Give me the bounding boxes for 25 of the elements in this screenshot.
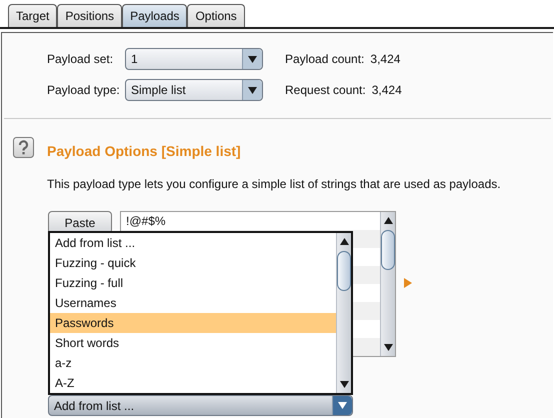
- count-label: Request count:: [285, 82, 366, 99]
- help-icon[interactable]: [13, 137, 34, 158]
- section-description: This payload type lets you configure a simple list of strings that are used as payloads.: [47, 176, 502, 193]
- scroll-thumb[interactable]: [337, 251, 351, 291]
- scroll-down-icon[interactable]: [340, 381, 348, 388]
- add-from-list-select[interactable]: Add from list ...: [48, 395, 353, 416]
- tab[interactable]: Options: [187, 4, 245, 27]
- dropdown-select[interactable]: Simple list: [125, 79, 263, 101]
- count-value: 3,424: [372, 82, 402, 99]
- scroll-up-icon[interactable]: [384, 217, 392, 224]
- scroll-up-icon[interactable]: [340, 238, 348, 245]
- field-label: Payload type:: [47, 82, 121, 99]
- field-label: Payload set:: [47, 51, 114, 68]
- tab[interactable]: Payloads: [122, 4, 188, 27]
- dropdown-select[interactable]: 1: [125, 48, 263, 70]
- scroll-thumb[interactable]: [381, 230, 395, 270]
- count-label: Payload count:: [285, 51, 364, 68]
- scrollbar[interactable]: [380, 212, 395, 356]
- count-value: 3,424: [370, 51, 400, 68]
- scroll-down-icon[interactable]: [384, 344, 392, 351]
- tab[interactable]: Target: [8, 4, 58, 27]
- scrollbar[interactable]: [336, 233, 351, 393]
- section-title: Payload Options [Simple list]: [47, 142, 242, 161]
- menu-item[interactable]: Passwords: [50, 313, 336, 333]
- tab[interactable]: Positions: [57, 4, 122, 27]
